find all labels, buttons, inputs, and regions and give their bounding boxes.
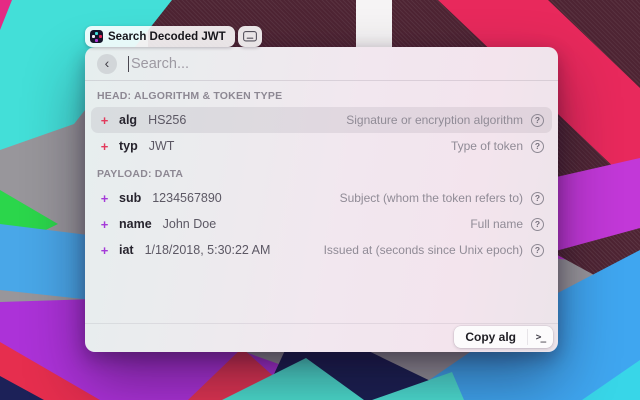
help-circle-icon: ?: [531, 244, 544, 257]
terminal-shortcut-icon[interactable]: >_: [528, 326, 553, 348]
plus-icon: +: [99, 191, 110, 206]
claim-value: JWT: [149, 139, 175, 153]
command-chip-bar: Search Decoded JWT: [85, 26, 262, 47]
claim-description: Signature or encryption algorithm: [346, 113, 523, 127]
claim-key: typ: [119, 139, 138, 153]
claim-key: sub: [119, 191, 141, 205]
command-mode-label: Search Decoded JWT: [108, 31, 226, 43]
keyboard-hotkey-chip[interactable]: [238, 26, 262, 47]
list-item-name[interactable]: + name John Doe Full name ?: [91, 211, 552, 237]
result-list: HEAD: ALGORITHM & TOKEN TYPE + alg HS256…: [85, 90, 558, 263]
claim-description: Subject (whom the token refers to): [340, 191, 523, 205]
copy-alg-button-group: Copy alg >_: [454, 326, 553, 348]
footer-divider: [85, 323, 558, 324]
plus-icon: +: [99, 243, 110, 258]
desktop: Search Decoded JWT ‹ HEAD: ALGORITHM & T…: [0, 0, 640, 400]
keyboard-icon: [243, 31, 257, 42]
claim-description: Issued at (seconds since Unix epoch): [324, 243, 523, 257]
command-mode-chip[interactable]: Search Decoded JWT: [85, 26, 235, 47]
list-item-typ[interactable]: + typ JWT Type of token ?: [91, 133, 552, 159]
claim-key: name: [119, 217, 152, 231]
plus-icon: +: [99, 113, 110, 128]
jwt-extension-icon: [90, 30, 103, 43]
section-header: PAYLOAD: DATA: [97, 168, 546, 180]
claim-value: 1/18/2018, 5:30:22 AM: [145, 243, 271, 257]
section-payload: PAYLOAD: DATA + sub 1234567890 Subject (…: [91, 168, 552, 263]
help-circle-icon: ?: [531, 114, 544, 127]
claim-key: iat: [119, 243, 134, 257]
section-header: HEAD: ALGORITHM & TOKEN TYPE: [97, 90, 546, 102]
help-circle-icon: ?: [531, 192, 544, 205]
plus-icon: +: [99, 217, 110, 232]
claim-value: John Doe: [163, 217, 217, 231]
list-item-alg[interactable]: + alg HS256 Signature or encryption algo…: [91, 107, 552, 133]
action-footer: Copy alg >_: [85, 323, 558, 352]
copy-alg-button[interactable]: Copy alg: [454, 326, 527, 348]
section-head: HEAD: ALGORITHM & TOKEN TYPE + alg HS256…: [91, 90, 552, 159]
help-circle-icon: ?: [531, 140, 544, 153]
plus-icon: +: [99, 139, 110, 154]
help-circle-icon: ?: [531, 218, 544, 231]
claim-description: Type of token: [451, 139, 523, 153]
list-item-iat[interactable]: + iat 1/18/2018, 5:30:22 AM Issued at (s…: [91, 237, 552, 263]
back-button[interactable]: ‹: [97, 54, 117, 74]
claim-value: HS256: [148, 113, 186, 127]
search-divider: [85, 80, 558, 81]
claim-description: Full name: [470, 217, 523, 231]
search-bar: ‹: [85, 47, 558, 80]
claim-key: alg: [119, 113, 137, 127]
launcher-window: ‹ HEAD: ALGORITHM & TOKEN TYPE + alg HS2…: [85, 47, 558, 352]
list-item-sub[interactable]: + sub 1234567890 Subject (whom the token…: [91, 185, 552, 211]
search-input[interactable]: [129, 56, 546, 72]
claim-value: 1234567890: [152, 191, 222, 205]
